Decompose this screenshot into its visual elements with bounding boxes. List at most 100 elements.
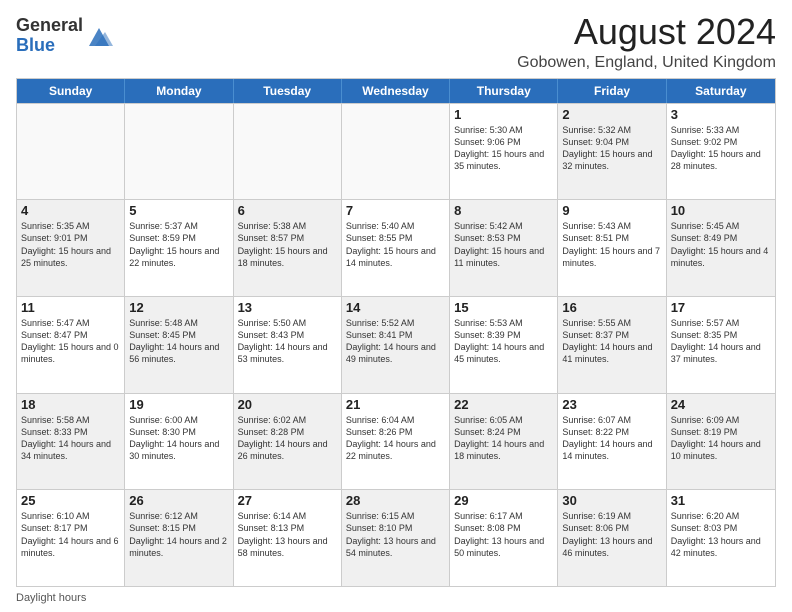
cal-cell-r3c0: 18 Sunrise: 5:58 AM Sunset: 8:33 PM Dayli… [17,394,125,490]
cell-info: Sunrise: 6:09 AM Sunset: 8:19 PM Dayligh… [671,414,771,463]
cal-cell-r3c3: 21Sunrise: 6:04 AM Sunset: 8:26 PM Dayli… [342,394,450,490]
cal-row-2: 11 Sunrise: 5:47 AM Sunset: 8:47 PM Dayli… [17,296,775,393]
footer-note: Daylight hours [16,592,776,604]
cal-cell-r3c1: 19Sunrise: 6:00 AM Sunset: 8:30 PM Dayli… [125,394,233,490]
cell-info: Sunrise: 5:52 AM Sunset: 8:41 PM Dayligh… [346,317,445,366]
cal-cell-r1c5: 9 Sunrise: 5:43 AM Sunset: 8:51 PM Daylig… [558,200,666,296]
cal-row-3: 18 Sunrise: 5:58 AM Sunset: 8:33 PM Dayli… [17,393,775,490]
day-number: 21 [346,397,445,412]
calendar-header: Sunday Monday Tuesday Wednesday Thursday… [17,79,775,103]
title-section: August 2024 Gobowen, England, United Kin… [517,12,776,72]
cal-cell-r1c4: 8 Sunrise: 5:42 AM Sunset: 8:53 PM Daylig… [450,200,558,296]
cal-cell-r1c0: 4Sunrise: 5:35 AM Sunset: 9:01 PM Daylig… [17,200,125,296]
cal-cell-r3c5: 23Sunrise: 6:07 AM Sunset: 8:22 PM Dayli… [558,394,666,490]
cal-cell-r2c5: 16Sunrise: 5:55 AM Sunset: 8:37 PM Dayli… [558,297,666,393]
header-wednesday: Wednesday [342,79,450,103]
day-number: 14 [346,300,445,315]
cell-info: Sunrise: 5:48 AM Sunset: 8:45 PM Dayligh… [129,317,228,366]
cell-info: Sunrise: 6:14 AM Sunset: 8:13 PM Dayligh… [238,510,337,559]
day-number: 30 [562,493,661,508]
cal-cell-r0c1 [125,104,233,200]
cal-cell-r2c6: 17Sunrise: 5:57 AM Sunset: 8:35 PM Dayli… [667,297,775,393]
cell-info: Sunrise: 6:17 AM Sunset: 8:08 PM Dayligh… [454,510,553,559]
day-number: 23 [562,397,661,412]
cal-cell-r2c4: 15Sunrise: 5:53 AM Sunset: 8:39 PM Dayli… [450,297,558,393]
cal-cell-r4c2: 27 Sunrise: 6:14 AM Sunset: 8:13 PM Dayli… [234,490,342,586]
cal-row-0: 1 Sunrise: 5:30 AM Sunset: 9:06 PM Daylig… [17,103,775,200]
cell-info: Sunrise: 5:30 AM Sunset: 9:06 PM Dayligh… [454,124,553,173]
day-number: 1 [454,107,553,122]
cal-cell-r4c4: 29 Sunrise: 6:17 AM Sunset: 8:08 PM Dayli… [450,490,558,586]
cell-info: Sunrise: 5:43 AM Sunset: 8:51 PM Dayligh… [562,220,661,269]
cal-row-4: 25 Sunrise: 6:10 AM Sunset: 8:17 PM Dayli… [17,489,775,586]
cell-info: Sunrise: 5:32 AM Sunset: 9:04 PM Dayligh… [562,124,661,173]
cal-cell-r2c0: 11 Sunrise: 5:47 AM Sunset: 8:47 PM Dayli… [17,297,125,393]
header-saturday: Saturday [667,79,775,103]
subtitle: Gobowen, England, United Kingdom [517,54,776,72]
day-number: 22 [454,397,553,412]
cal-cell-r0c4: 1 Sunrise: 5:30 AM Sunset: 9:06 PM Daylig… [450,104,558,200]
cal-cell-r2c1: 12 Sunrise: 5:48 AM Sunset: 8:45 PM Dayli… [125,297,233,393]
cell-info: Sunrise: 5:42 AM Sunset: 8:53 PM Dayligh… [454,220,553,269]
day-number: 10 [671,203,771,218]
day-number: 16 [562,300,661,315]
logo-icon [85,22,113,50]
cal-cell-r1c1: 5 Sunrise: 5:37 AM Sunset: 8:59 PM Daylig… [125,200,233,296]
cal-cell-r1c3: 7 Sunrise: 5:40 AM Sunset: 8:55 PM Daylig… [342,200,450,296]
cell-info: Sunrise: 5:45 AM Sunset: 8:49 PM Dayligh… [671,220,771,269]
day-number: 5 [129,203,228,218]
cal-cell-r3c4: 22Sunrise: 6:05 AM Sunset: 8:24 PM Dayli… [450,394,558,490]
day-number: 2 [562,107,661,122]
top-section: General Blue August 2024 Gobowen, Englan… [16,12,776,72]
main-title: August 2024 [517,12,776,52]
cal-cell-r1c2: 6Sunrise: 5:38 AM Sunset: 8:57 PM Daylig… [234,200,342,296]
day-number: 6 [238,203,337,218]
logo: General Blue [16,16,113,56]
cal-cell-r1c6: 10 Sunrise: 5:45 AM Sunset: 8:49 PM Dayli… [667,200,775,296]
day-number: 3 [671,107,771,122]
day-number: 11 [21,300,120,315]
day-number: 25 [21,493,120,508]
day-number: 8 [454,203,553,218]
cal-row-1: 4Sunrise: 5:35 AM Sunset: 9:01 PM Daylig… [17,199,775,296]
cal-cell-r0c5: 2 Sunrise: 5:32 AM Sunset: 9:04 PM Daylig… [558,104,666,200]
logo-general: General [16,15,83,35]
day-number: 9 [562,203,661,218]
day-number: 18 [21,397,120,412]
cal-cell-r0c0 [17,104,125,200]
cell-info: Sunrise: 5:37 AM Sunset: 8:59 PM Dayligh… [129,220,228,269]
header-sunday: Sunday [17,79,125,103]
cell-info: Sunrise: 5:47 AM Sunset: 8:47 PM Dayligh… [21,317,120,366]
cal-cell-r3c6: 24 Sunrise: 6:09 AM Sunset: 8:19 PM Dayli… [667,394,775,490]
cal-cell-r3c2: 20Sunrise: 6:02 AM Sunset: 8:28 PM Dayli… [234,394,342,490]
day-number: 13 [238,300,337,315]
cal-cell-r4c3: 28 Sunrise: 6:15 AM Sunset: 8:10 PM Dayli… [342,490,450,586]
day-number: 29 [454,493,553,508]
cell-info: Sunrise: 5:50 AM Sunset: 8:43 PM Dayligh… [238,317,337,366]
cell-info: Sunrise: 6:20 AM Sunset: 8:03 PM Dayligh… [671,510,771,559]
header-monday: Monday [125,79,233,103]
cell-info: Sunrise: 5:40 AM Sunset: 8:55 PM Dayligh… [346,220,445,269]
day-number: 28 [346,493,445,508]
cal-cell-r4c6: 31Sunrise: 6:20 AM Sunset: 8:03 PM Dayli… [667,490,775,586]
day-number: 7 [346,203,445,218]
cell-info: Sunrise: 5:58 AM Sunset: 8:33 PM Dayligh… [21,414,120,463]
cell-info: Sunrise: 6:12 AM Sunset: 8:15 PM Dayligh… [129,510,228,559]
day-number: 4 [21,203,120,218]
cell-info: Sunrise: 6:15 AM Sunset: 8:10 PM Dayligh… [346,510,445,559]
day-number: 17 [671,300,771,315]
cell-info: Sunrise: 6:02 AM Sunset: 8:28 PM Dayligh… [238,414,337,463]
page: General Blue August 2024 Gobowen, Englan… [0,0,792,612]
day-number: 27 [238,493,337,508]
cell-info: Sunrise: 6:19 AM Sunset: 8:06 PM Dayligh… [562,510,661,559]
cell-info: Sunrise: 6:10 AM Sunset: 8:17 PM Dayligh… [21,510,120,559]
day-number: 24 [671,397,771,412]
day-number: 12 [129,300,228,315]
header-thursday: Thursday [450,79,558,103]
calendar-body: 1 Sunrise: 5:30 AM Sunset: 9:06 PM Daylig… [17,103,775,586]
cal-cell-r4c5: 30 Sunrise: 6:19 AM Sunset: 8:06 PM Dayli… [558,490,666,586]
cell-info: Sunrise: 5:53 AM Sunset: 8:39 PM Dayligh… [454,317,553,366]
header-friday: Friday [558,79,666,103]
cal-cell-r2c3: 14 Sunrise: 5:52 AM Sunset: 8:41 PM Dayli… [342,297,450,393]
cal-cell-r4c1: 26Sunrise: 6:12 AM Sunset: 8:15 PM Dayli… [125,490,233,586]
